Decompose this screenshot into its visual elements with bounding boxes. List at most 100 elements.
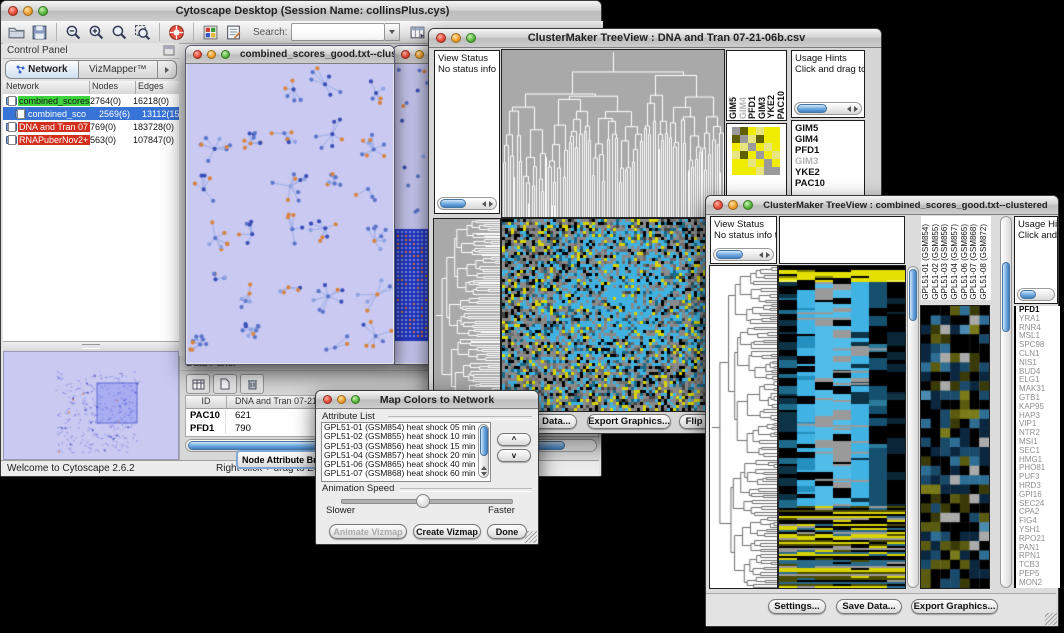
open-file-icon[interactable]: [7, 23, 26, 42]
scroll-right-icon[interactable]: [766, 252, 770, 258]
vizmapper-icon[interactable]: [201, 23, 220, 42]
zoom-window-icon[interactable]: [221, 50, 230, 59]
minimize-icon[interactable]: [337, 395, 346, 404]
tv1-status-hscrollbar[interactable]: [437, 197, 497, 210]
tv1-row-dendrogram[interactable]: [434, 219, 500, 411]
tv2-column-label[interactable]: GPL51-02 (GSM855): [931, 224, 941, 300]
scroll-left-icon[interactable]: [482, 201, 486, 207]
tv1-column-label[interactable]: GIM5: [728, 97, 738, 119]
network-list-item[interactable]: DNA and Tran 07 769(0) 183728(0): [3, 120, 179, 133]
zoom-window-icon[interactable]: [351, 395, 360, 404]
tv1-column-label[interactable]: GIM4: [738, 97, 748, 119]
new-attribute-button[interactable]: [213, 374, 237, 394]
network-overview-panel[interactable]: [3, 351, 179, 460]
tv1-gene-row[interactable]: PFD1: [792, 145, 864, 156]
close-icon[interactable]: [323, 395, 332, 404]
import-table-icon[interactable]: [408, 23, 427, 42]
tv2-column-label[interactable]: GPL51-08 (GSM872): [979, 224, 989, 300]
tv2-gene-row[interactable]: MON2: [1016, 579, 1060, 588]
tv2-status-hscrollbar[interactable]: [713, 248, 774, 261]
tv1-column-dendrogram[interactable]: [502, 50, 724, 217]
attribute-list[interactable]: GPL51-01 (GSM854) heat shock 05 minGPL51…: [321, 422, 491, 482]
save-session-icon[interactable]: [30, 23, 49, 42]
tv2-settings-button[interactable]: Settings...: [768, 599, 826, 614]
delete-attribute-button[interactable]: [240, 374, 264, 394]
scrollbar-thumb[interactable]: [480, 426, 488, 456]
tv1-gene-row[interactable]: YKE2: [792, 167, 864, 178]
tv2-hints-hscrollbar[interactable]: [1017, 288, 1055, 301]
tv1-gene-row[interactable]: GIM3: [792, 156, 864, 167]
select-attributes-button[interactable]: [186, 374, 210, 394]
tv2-export-graphics-button[interactable]: Export Graphics...: [911, 599, 998, 614]
treeview1-title-bar[interactable]: ClusterMaker TreeView : DNA and Tran 07-…: [429, 29, 881, 48]
more-tabs-button[interactable]: [158, 60, 177, 79]
tv2-column-label[interactable]: GPL51-01 (GSM854): [921, 224, 931, 300]
search-input[interactable]: [291, 23, 385, 41]
col-nodes[interactable]: Nodes: [90, 81, 136, 94]
float-panel-icon[interactable]: [163, 45, 175, 56]
scrollbar-thumb[interactable]: [909, 269, 917, 321]
minimize-icon[interactable]: [207, 50, 216, 59]
minimize-icon[interactable]: [728, 200, 738, 210]
zoom-window-icon[interactable]: [466, 33, 476, 43]
tv1-heatmap[interactable]: [502, 219, 724, 411]
tv2-zoom-heatmap[interactable]: [921, 306, 989, 588]
tv1-export-graphics-button[interactable]: Export Graphics...: [587, 414, 671, 429]
minimize-icon[interactable]: [451, 33, 461, 43]
tab-network[interactable]: Network: [5, 60, 79, 79]
scrollbar-thumb[interactable]: [797, 104, 827, 113]
scroll-down-icon[interactable]: [481, 472, 487, 476]
tv2-save-data-button[interactable]: Save Data...: [836, 599, 902, 614]
tv1-column-label[interactable]: YKE2: [766, 95, 776, 119]
tab-vizmapper[interactable]: VizMapper™: [79, 60, 158, 79]
main-title-bar[interactable]: Cytoscape Desktop (Session Name: collins…: [1, 1, 601, 22]
zoom-out-icon[interactable]: [64, 23, 83, 42]
close-icon[interactable]: [713, 200, 723, 210]
network-list-item[interactable]: combined_scores 2764(0) 16218(0): [3, 94, 179, 107]
network-list-item[interactable]: combined_sco 2569(6) 13112(15): [3, 107, 179, 120]
close-icon[interactable]: [193, 50, 202, 59]
minimize-icon[interactable]: [415, 50, 424, 59]
done-button[interactable]: Done: [487, 524, 527, 539]
treeview2-title-bar[interactable]: ClusterMaker TreeView : combined_scores_…: [706, 196, 1058, 215]
move-down-button[interactable]: v: [497, 449, 531, 462]
zoom-in-icon[interactable]: [87, 23, 106, 42]
zoom-selected-icon[interactable]: [133, 23, 152, 42]
scroll-left-icon[interactable]: [759, 252, 763, 258]
animate-vizmap-button[interactable]: Animate Vizmap: [329, 524, 407, 539]
close-icon[interactable]: [436, 33, 446, 43]
zoom-window-icon[interactable]: [38, 6, 48, 16]
network-list-item[interactable]: RNAPuberNov2+ 563(0) 107847(0): [3, 133, 179, 146]
tv2-row-dendrogram[interactable]: [710, 266, 777, 588]
scrollbar-thumb[interactable]: [716, 250, 743, 259]
col-edges[interactable]: Edges: [136, 81, 179, 94]
scrollbar-thumb[interactable]: [440, 199, 466, 208]
tv1-gene-row[interactable]: GIM4: [792, 134, 864, 145]
search-dropdown-button[interactable]: [385, 23, 400, 41]
col-network[interactable]: Network: [3, 81, 90, 94]
tv2-column-label[interactable]: GPL51-04 (GSM857): [950, 224, 960, 300]
network-overview-canvas[interactable]: [5, 353, 177, 458]
move-up-button[interactable]: ^: [497, 433, 531, 446]
resize-grip[interactable]: [525, 531, 537, 543]
tv2-heatmap-vscrollbar[interactable]: [907, 266, 919, 588]
resize-grip[interactable]: [1045, 613, 1057, 625]
close-icon[interactable]: [8, 6, 18, 16]
tv1-gene-row[interactable]: GIM5: [792, 123, 864, 134]
tv2-column-label[interactable]: GPL51-06 (GSM865): [960, 224, 970, 300]
frame1-title-bar[interactable]: combined_scores_good.txt--cluste...: [186, 46, 394, 64]
dialog-title-bar[interactable]: Map Colors to Network: [316, 391, 538, 409]
minimize-icon[interactable]: [23, 6, 33, 16]
tv2-column-label[interactable]: GPL51-03 (GSM856): [940, 224, 950, 300]
scroll-right-icon[interactable]: [854, 106, 858, 112]
tv2-column-label[interactable]: GPL51-07 (GSM868): [969, 224, 979, 300]
tv2-heatmap[interactable]: [779, 266, 905, 588]
attribute-list-vscrollbar[interactable]: [478, 424, 489, 478]
tv1-column-label[interactable]: PAC10: [776, 91, 786, 119]
tv1-gene-row[interactable]: PAC10: [792, 178, 864, 189]
tv1-hints-hscrollbar[interactable]: [794, 102, 862, 115]
attribute-list-item[interactable]: GPL51-07 (GSM868) heat shock 60 min: [322, 469, 490, 478]
zoom-fit-icon[interactable]: [110, 23, 129, 42]
tv1-yellow-matrix[interactable]: [732, 127, 780, 175]
scrollbar-thumb[interactable]: [1002, 262, 1010, 332]
